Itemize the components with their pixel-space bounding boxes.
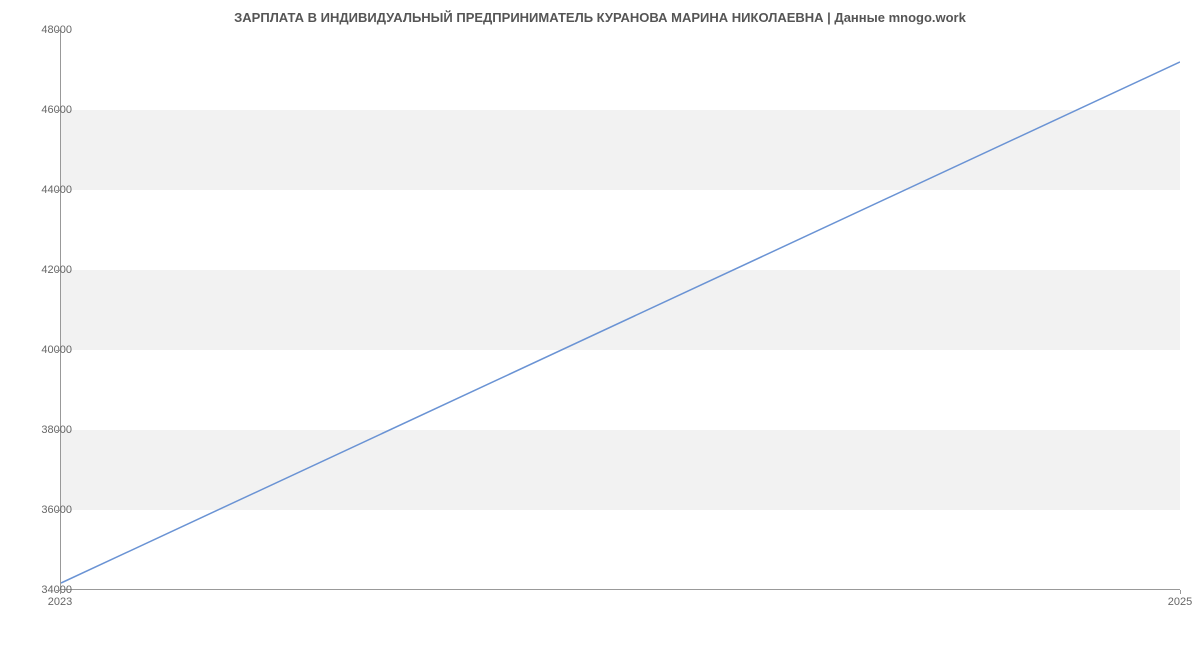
x-axis-tick-mark: [60, 590, 61, 594]
y-axis-tick-label: 36000: [22, 504, 72, 516]
y-axis-tick-label: 40000: [22, 344, 72, 356]
x-axis-tick-mark: [1180, 590, 1181, 594]
x-axis-tick-label: 2025: [1168, 596, 1192, 608]
x-axis-tick-label: 2023: [48, 596, 72, 608]
y-axis-tick-mark: [56, 30, 60, 31]
y-axis-tick-mark: [56, 190, 60, 191]
y-axis-tick-label: 38000: [22, 424, 72, 436]
grid-band: [61, 430, 1180, 510]
y-axis-tick-mark: [56, 110, 60, 111]
grid-band: [61, 270, 1180, 350]
y-axis-tick-mark: [56, 430, 60, 431]
y-axis-tick-label: 46000: [22, 104, 72, 116]
y-axis-tick-mark: [56, 510, 60, 511]
grid-band: [61, 110, 1180, 190]
y-axis-tick-label: 48000: [22, 24, 72, 36]
y-axis-tick-label: 34000: [22, 584, 72, 596]
chart-title: ЗАРПЛАТА В ИНДИВИДУАЛЬНЫЙ ПРЕДПРИНИМАТЕЛ…: [0, 10, 1200, 25]
y-axis-tick-mark: [56, 270, 60, 271]
y-axis-tick-label: 44000: [22, 184, 72, 196]
y-axis-tick-mark: [56, 350, 60, 351]
y-axis-tick-label: 42000: [22, 264, 72, 276]
chart-container: ЗАРПЛАТА В ИНДИВИДУАЛЬНЫЙ ПРЕДПРИНИМАТЕЛ…: [0, 0, 1200, 650]
plot-area: [60, 30, 1180, 590]
